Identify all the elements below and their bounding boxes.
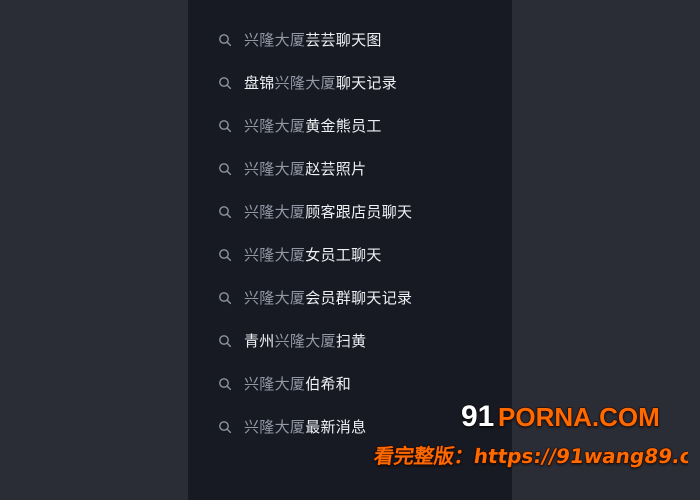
suggestion-text: 盘锦兴隆大厦聊天记录 [244,72,397,93]
search-icon [218,162,232,176]
page: 兴隆大厦芸芸聊天图 盘锦兴隆大厦聊天记录 兴隆大厦黄金熊员工 兴隆大厦赵芸照片 … [0,0,700,500]
watermark-url: 看完整版：https://91wang89.com [372,444,688,468]
suggestion-keyword: 兴隆大厦 [244,31,306,49]
search-icon [218,119,232,133]
left-background [0,0,188,500]
suggestion-item[interactable]: 兴隆大厦会员群聊天记录 [218,276,502,319]
search-icon [218,334,232,348]
watermark-number: 91 [461,400,494,433]
suggestion-keyword: 兴隆大厦 [244,203,306,221]
suggestion-term: 最新消息 [305,418,367,436]
watermark-brand: PORNA.COM [498,402,660,432]
suggestion-item[interactable]: 盘锦兴隆大厦聊天记录 [218,61,502,104]
suggestion-term: 盘锦 [244,74,275,92]
suggestion-item[interactable]: 兴隆大厦女员工聊天 [218,233,502,276]
suggestion-term: 会员群聊天记录 [305,289,413,307]
suggestion-term: 黄金熊员工 [305,117,382,135]
suggestion-term: 青州 [244,332,275,350]
suggestion-term: 芸芸聊天图 [305,31,382,49]
suggestion-keyword: 兴隆大厦 [244,418,306,436]
suggestion-term: 扫黄 [335,332,367,350]
suggestion-text: 兴隆大厦伯希和 [244,373,351,394]
suggestion-text: 兴隆大厦顾客跟店员聊天 [244,201,412,222]
suggestion-text: 兴隆大厦会员群聊天记录 [244,287,412,308]
suggestion-text: 兴隆大厦芸芸聊天图 [244,29,382,50]
search-icon [218,205,232,219]
suggestion-term: 伯希和 [305,375,352,393]
suggestion-keyword: 兴隆大厦 [244,289,306,307]
suggestion-term: 女员工聊天 [305,246,382,264]
search-icon [218,76,232,90]
suggestion-item[interactable]: 兴隆大厦芸芸聊天图 [218,18,502,61]
search-icon [218,291,232,305]
suggestion-term: 聊天记录 [335,74,398,92]
search-icon [218,248,232,262]
suggestion-keyword: 兴隆大厦 [274,74,336,92]
suggestion-term: 顾客跟店员聊天 [305,203,413,221]
suggestion-item[interactable]: 青州兴隆大厦扫黄 [218,319,502,362]
suggestion-text: 兴隆大厦最新消息 [244,416,366,437]
suggestion-keyword: 兴隆大厦 [244,117,306,135]
suggestion-text: 青州兴隆大厦扫黄 [244,330,366,351]
suggestion-text: 兴隆大厦女员工聊天 [244,244,382,265]
watermark-logo: 91 PORNA.COM 看完整版：https://91wang89.com [363,393,688,488]
suggestion-keyword: 兴隆大厦 [274,332,336,350]
suggestion-term: 赵芸照片 [305,160,367,178]
suggestion-text: 兴隆大厦黄金熊员工 [244,115,382,136]
suggestion-item[interactable]: 兴隆大厦黄金熊员工 [218,104,502,147]
suggestion-keyword: 兴隆大厦 [244,160,306,178]
suggestion-text: 兴隆大厦赵芸照片 [244,158,366,179]
suggestion-item[interactable]: 兴隆大厦顾客跟店员聊天 [218,190,502,233]
suggestion-item[interactable]: 兴隆大厦赵芸照片 [218,147,502,190]
search-icon [218,420,232,434]
search-icon [218,377,232,391]
suggestion-keyword: 兴隆大厦 [244,375,306,393]
suggestion-list: 兴隆大厦芸芸聊天图 盘锦兴隆大厦聊天记录 兴隆大厦黄金熊员工 兴隆大厦赵芸照片 … [218,18,502,448]
search-icon [218,33,232,47]
suggestion-keyword: 兴隆大厦 [244,246,306,264]
